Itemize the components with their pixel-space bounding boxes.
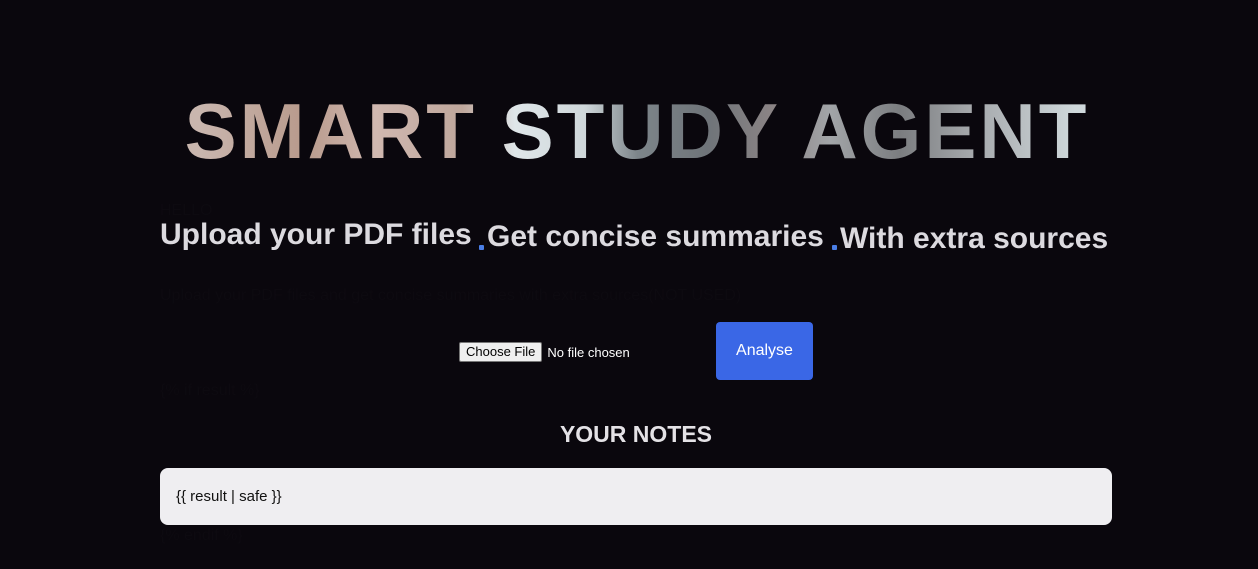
template-endif-text: {% endif %} xyxy=(160,527,243,544)
file-input[interactable]: Choose File No file chosen xyxy=(459,342,630,362)
title-text: SMART STUDY AGENT xyxy=(185,87,1090,170)
result-text: {{ result | safe }} xyxy=(176,488,282,505)
choose-file-button[interactable]: Choose File xyxy=(459,342,543,362)
tagline-part-upload: Upload your PDF files xyxy=(160,218,472,251)
tagline-part-summaries: Get concise summaries xyxy=(487,220,824,253)
app-title: SMART STUDY AGENT xyxy=(0,86,1258,170)
page: SMART STUDY AGENT HELLO Upload your PDF … xyxy=(0,0,1258,569)
tagline: Upload your PDF files Get concise summar… xyxy=(160,216,1120,260)
file-status-text: No file chosen xyxy=(547,344,630,360)
separator-dot xyxy=(832,245,837,250)
template-if-text: {% if result %} xyxy=(160,382,260,399)
analyse-button[interactable]: Analyse xyxy=(716,322,813,380)
separator-dot xyxy=(479,245,484,250)
description-text: Upload your PDF files and get concise su… xyxy=(160,287,742,304)
result-box: {{ result | safe }} xyxy=(160,468,1112,525)
title-graphic: SMART STUDY AGENT xyxy=(185,87,1090,170)
tagline-part-sources: With extra sources xyxy=(840,222,1109,255)
notes-heading: YOUR NOTES xyxy=(559,421,713,447)
